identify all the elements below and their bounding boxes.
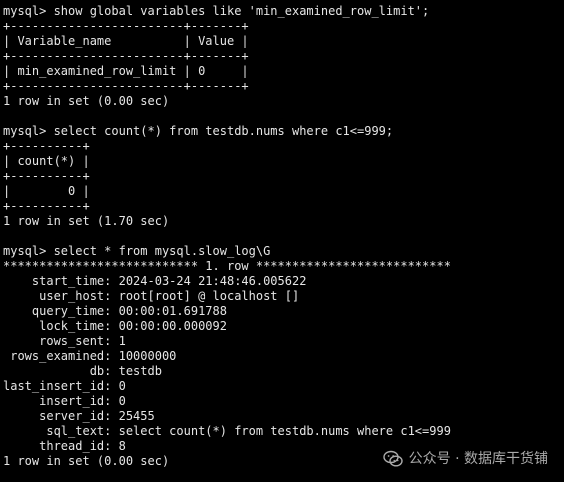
watermark: 公众号 · 数据库干货铺 bbox=[382, 450, 548, 468]
terminal-line: +----------+ bbox=[3, 139, 90, 153]
terminal-line: | count(*) | bbox=[3, 154, 90, 168]
terminal-line: user_host: root[root] @ localhost [] bbox=[3, 289, 300, 303]
terminal-line: lock_time: 00:00:00.000092 bbox=[3, 319, 227, 333]
terminal-line: rows_examined: 10000000 bbox=[3, 349, 177, 363]
terminal-line: mysql> select count(*) from testdb.nums … bbox=[3, 124, 394, 138]
terminal-line: insert_id: 0 bbox=[3, 394, 126, 408]
terminal-line: +----------+ bbox=[3, 199, 90, 213]
terminal-line: +------------------------+-------+ bbox=[3, 79, 249, 93]
terminal-line: last_insert_id: 0 bbox=[3, 379, 126, 393]
terminal-line: query_time: 00:00:01.691788 bbox=[3, 304, 227, 318]
terminal-line: +------------------------+-------+ bbox=[3, 49, 249, 63]
terminal-line: 1 row in set (0.00 sec) bbox=[3, 94, 170, 108]
terminal-line: | min_examined_row_limit | 0 | bbox=[3, 64, 249, 78]
watermark-text: 公众号 · 数据库干货铺 bbox=[408, 450, 548, 467]
terminal-output: mysql> show global variables like 'min_e… bbox=[3, 4, 564, 469]
terminal-line: server_id: 25455 bbox=[3, 409, 155, 423]
terminal-line: | Variable_name | Value | bbox=[3, 34, 249, 48]
terminal-line: mysql> show global variables like 'min_e… bbox=[3, 4, 430, 18]
terminal-line: rows_sent: 1 bbox=[3, 334, 126, 348]
terminal-line: start_time: 2024-03-24 21:48:46.005622 bbox=[3, 274, 307, 288]
terminal-line: +----------+ bbox=[3, 169, 90, 183]
terminal-line: *************************** 1. row *****… bbox=[3, 259, 451, 273]
terminal-line: db: testdb bbox=[3, 364, 162, 378]
wechat-icon bbox=[382, 450, 403, 468]
terminal-window[interactable]: mysql> show global variables like 'min_e… bbox=[0, 0, 564, 482]
terminal-line: mysql> select * from mysql.slow_log\G bbox=[3, 244, 271, 258]
terminal-line: 1 row in set (1.70 sec) bbox=[3, 214, 170, 228]
terminal-line: | 0 | bbox=[3, 184, 90, 198]
terminal-line: sql_text: select count(*) from testdb.nu… bbox=[3, 424, 451, 438]
terminal-line: +------------------------+-------+ bbox=[3, 19, 249, 33]
